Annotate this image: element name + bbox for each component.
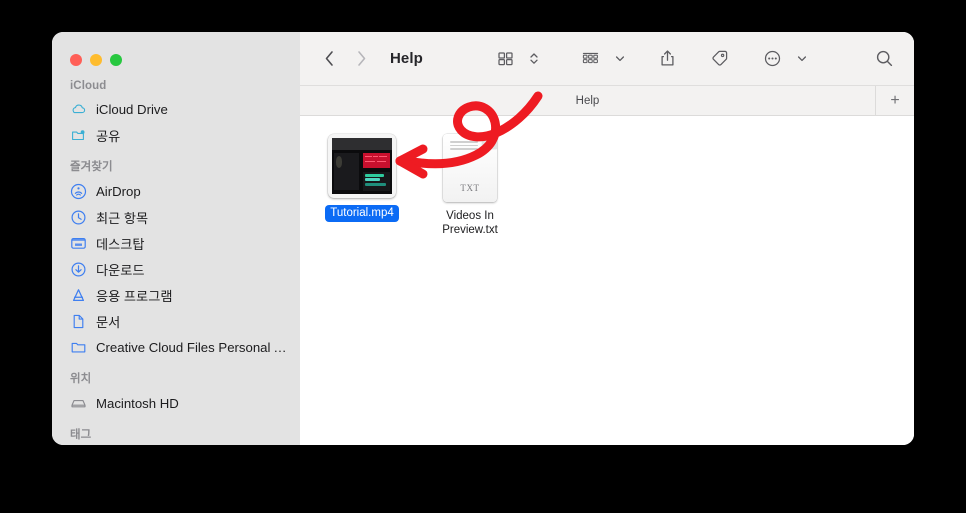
new-tab-button[interactable]: + [875, 86, 914, 115]
more-ellipsis-circle-icon [764, 50, 781, 67]
group-by-list-icon [582, 52, 599, 64]
sidebar-section-favorites-title: 즐겨찾기 [70, 161, 113, 173]
airdrop-icon [70, 183, 87, 200]
file-grid[interactable]: Tutorial.mp4 TXT Videos In Preview.txt [300, 116, 914, 445]
downloads-icon [70, 261, 87, 278]
sidebar-item-label: 문서 [96, 314, 121, 330]
sidebar-item-label: AirDrop [96, 183, 141, 199]
hard-disk-icon [70, 395, 87, 412]
group-by-button[interactable] [577, 46, 604, 72]
sidebar-item-label: 데스크탑 [96, 236, 145, 252]
tag-icon [712, 50, 728, 66]
sidebar-item-label: Macintosh HD [96, 395, 179, 411]
finder-toolbar: Help [300, 32, 914, 85]
sidebar-item-label: 응용 프로그램 [96, 288, 173, 304]
tag-button[interactable] [706, 46, 733, 72]
finder-window: iCloud iCloud Drive 공유 즐겨찾기 AirDrop 최근 항… [52, 32, 914, 445]
group-by-chevron[interactable] [611, 46, 629, 72]
documents-icon [70, 313, 87, 330]
recents-clock-icon [70, 209, 87, 226]
close-window-button[interactable] [70, 54, 82, 66]
page-title: Help [390, 50, 423, 67]
file-item-videos-in-preview-txt[interactable]: TXT Videos In Preview.txt [422, 128, 518, 237]
sidebar-section-tags-title-cutoff: 태그 [70, 429, 92, 441]
icon-view-button[interactable] [493, 46, 518, 72]
more-actions-button[interactable] [759, 46, 786, 72]
search-button[interactable] [871, 46, 898, 72]
minimize-window-button[interactable] [90, 54, 102, 66]
search-icon [876, 50, 893, 67]
file-item-tutorial-mp4[interactable]: Tutorial.mp4 [314, 128, 410, 222]
up-down-chevron-icon [530, 53, 538, 64]
back-button[interactable] [318, 46, 340, 72]
applications-icon [70, 287, 87, 304]
plus-icon: + [890, 91, 900, 109]
folder-icon [70, 339, 87, 356]
icloud-drive-icon [70, 101, 87, 118]
file-name-label[interactable]: Tutorial.mp4 [325, 205, 399, 222]
sidebar-item-desktop[interactable]: 데스크탑 [52, 230, 300, 256]
file-type-badge: TXT [460, 183, 480, 193]
sidebar-section-locations-title: 위치 [70, 373, 92, 385]
chevron-down-icon [615, 56, 625, 62]
finder-sidebar: iCloud iCloud Drive 공유 즐겨찾기 AirDrop 최근 항… [52, 32, 300, 445]
finder-tab-bar: Help + [300, 85, 914, 116]
tab-help[interactable]: Help [300, 86, 875, 115]
sidebar-item-airdrop[interactable]: AirDrop [52, 178, 300, 204]
screen-backdrop: iCloud iCloud Drive 공유 즐겨찾기 AirDrop 최근 항… [0, 0, 966, 513]
video-thumbnail-icon [328, 134, 396, 198]
share-button[interactable] [655, 46, 680, 72]
sidebar-item-creative-cloud-files[interactable]: Creative Cloud Files Personal A... [52, 334, 300, 360]
icon-view-grid-icon [498, 52, 513, 66]
text-document-icon: TXT [443, 134, 497, 202]
chevron-right-icon [357, 51, 365, 66]
maximize-window-button[interactable] [110, 54, 122, 66]
view-options-stepper[interactable] [525, 46, 543, 72]
sidebar-scroll-area[interactable]: iCloud iCloud Drive 공유 즐겨찾기 AirDrop 최근 항… [52, 66, 300, 442]
sidebar-item-macintosh-hd[interactable]: Macintosh HD [52, 390, 300, 416]
tab-label: Help [575, 94, 600, 107]
window-controls [52, 32, 300, 66]
sidebar-item-shared[interactable]: 공유 [52, 122, 300, 148]
forward-button[interactable] [350, 46, 372, 72]
sidebar-section-icloud-title: iCloud [70, 80, 107, 92]
desktop-icon [70, 235, 87, 252]
sidebar-item-recents[interactable]: 최근 항목 [52, 204, 300, 230]
sidebar-item-label: Creative Cloud Files Personal A... [96, 339, 290, 355]
sidebar-item-label: iCloud Drive [96, 101, 168, 117]
file-name-label: Videos In Preview.txt [442, 210, 498, 236]
sidebar-item-label: 다운로드 [96, 262, 145, 278]
more-actions-chevron[interactable] [793, 46, 811, 72]
chevron-left-icon [325, 51, 333, 66]
sidebar-item-label: 공유 [96, 128, 121, 144]
shared-folder-icon [70, 127, 87, 144]
sidebar-item-applications[interactable]: 응용 프로그램 [52, 282, 300, 308]
sidebar-item-icloud-drive[interactable]: iCloud Drive [52, 96, 300, 122]
sidebar-item-documents[interactable]: 문서 [52, 308, 300, 334]
sidebar-item-downloads[interactable]: 다운로드 [52, 256, 300, 282]
chevron-down-icon [797, 56, 807, 62]
finder-main-pane: Help Help + Tutorial.mp4 TXT Videos In P… [300, 32, 914, 445]
sidebar-item-label: 최근 항목 [96, 210, 149, 226]
share-icon [661, 50, 674, 66]
